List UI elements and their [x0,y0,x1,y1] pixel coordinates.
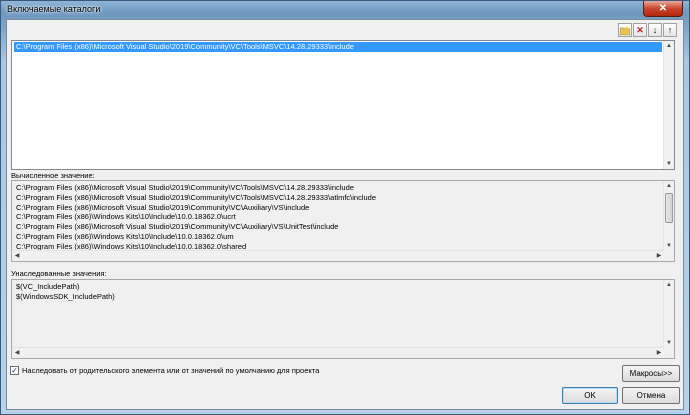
inherit-option[interactable]: ✓ Наследовать от родительского элемента … [10,366,319,375]
inherited-values-label: Унаследованные значения: [11,269,107,278]
evaluated-value-box: C:\Program Files (x86)\Microsoft Visual … [11,180,675,262]
title-bar[interactable]: Включаемые каталоги ✕ [1,1,689,19]
scroll-down-icon[interactable]: ▼ [664,159,674,169]
checkmark-icon: ✓ [11,366,18,375]
scroll-right-icon[interactable]: ▶ [654,348,664,358]
ok-button[interactable]: OK [562,387,618,404]
move-down-icon: ↓ [652,24,658,35]
scroll-left-icon[interactable]: ◀ [12,348,22,358]
inherited-line: $(VC_IncludePath) [16,282,80,291]
evaluated-line: C:\Program Files (x86)\Windows Kits\10\I… [16,231,234,241]
inherit-checkbox[interactable]: ✓ [10,366,19,375]
delete-line-button[interactable]: ✕ [633,23,647,37]
scroll-up-icon[interactable]: ▲ [664,41,674,51]
edit-list-scrollbar[interactable]: ▲ ▼ [663,41,674,169]
dialog-client-area: ✕ ↓ ↑ C:\Program Files (x86)\Microsoft V… [6,19,684,410]
scroll-up-icon[interactable]: ▲ [664,181,674,191]
evaluated-line: C:\Program Files (x86)\Windows Kits\10\I… [16,212,236,222]
evaluated-line: C:\Program Files (x86)\Microsoft Visual … [16,183,354,192]
evaluated-lines: C:\Program Files (x86)\Microsoft Visual … [16,183,660,252]
move-up-icon: ↑ [667,24,673,35]
inherited-values-box: $(VC_IncludePath) $(WindowsSDK_IncludePa… [11,279,675,359]
inherited-vertical-scrollbar[interactable]: ▲ ▼ [663,280,674,348]
close-icon: ✕ [658,3,668,14]
inherited-lines: $(VC_IncludePath) $(WindowsSDK_IncludePa… [16,282,660,302]
new-line-button[interactable] [618,23,632,37]
evaluated-line: C:\Program Files (x86)\Microsoft Visual … [16,202,310,212]
evaluated-line: C:\Program Files (x86)\Microsoft Visual … [16,222,339,232]
scroll-thumb[interactable] [665,193,673,223]
new-folder-icon [620,25,630,35]
close-button[interactable]: ✕ [643,1,683,17]
inherited-line: $(WindowsSDK_IncludePath) [16,291,115,301]
list-item[interactable]: C:\Program Files (x86)\Microsoft Visual … [14,42,662,52]
evaluated-value-label: Вычисленное значение: [11,171,95,180]
evaluated-line: C:\Program Files (x86)\Microsoft Visual … [16,192,377,202]
move-up-button[interactable]: ↑ [663,23,677,37]
directory-edit-list[interactable]: C:\Program Files (x86)\Microsoft Visual … [11,40,675,170]
macros-button[interactable]: Макросы>> [622,365,680,382]
scroll-left-icon[interactable]: ◀ [12,251,22,261]
scroll-down-icon[interactable]: ▼ [664,338,674,348]
dialog-window: Включаемые каталоги ✕ ✕ ↓ ↑ C:\Program F… [0,0,690,415]
evaluated-horizontal-scrollbar[interactable]: ◀ ▶ [12,250,664,261]
move-down-button[interactable]: ↓ [648,23,662,37]
evaluated-vertical-scrollbar[interactable]: ▲ ▼ [663,181,674,251]
inherited-horizontal-scrollbar[interactable]: ◀ ▶ [12,347,664,358]
inherit-checkbox-label[interactable]: Наследовать от родительского элемента ил… [22,366,319,375]
cancel-button[interactable]: Отмена [622,387,680,404]
scroll-down-icon[interactable]: ▼ [664,241,674,251]
delete-icon: ✕ [636,24,644,35]
list-toolbar: ✕ ↓ ↑ [618,23,677,37]
window-title: Включаемые каталоги [7,4,101,14]
scroll-up-icon[interactable]: ▲ [664,280,674,290]
scroll-right-icon[interactable]: ▶ [654,251,664,261]
